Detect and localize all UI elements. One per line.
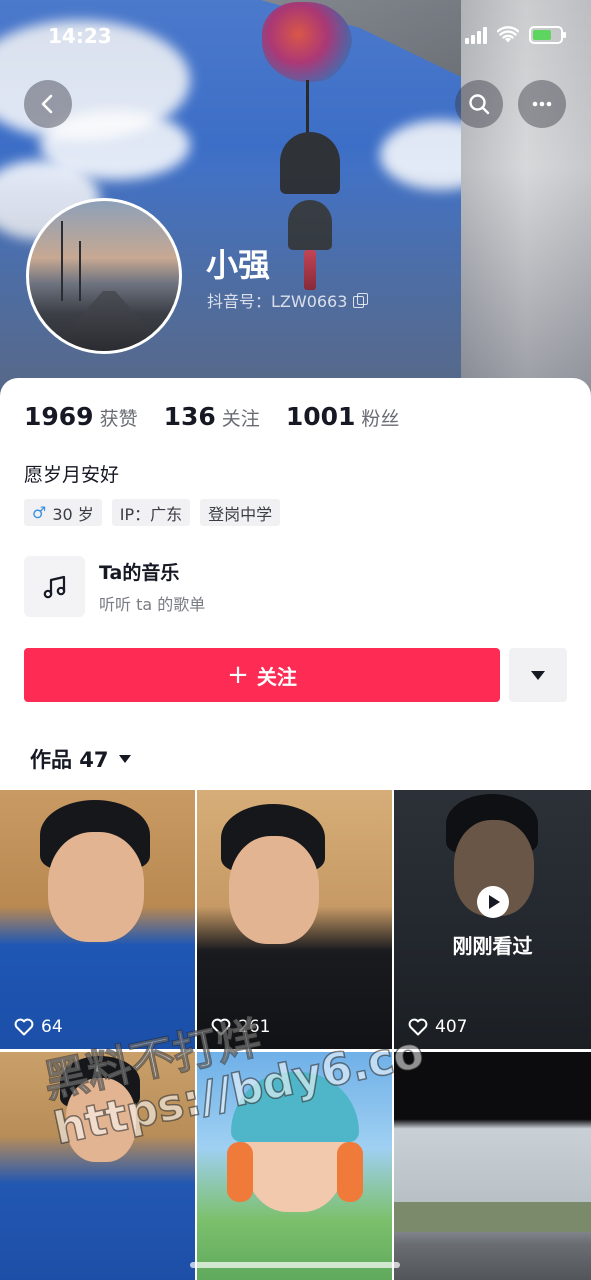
recently-viewed-text: 刚刚看过 bbox=[452, 934, 533, 958]
heart-icon bbox=[14, 1018, 34, 1036]
like-count-text: 407 bbox=[435, 1017, 468, 1037]
stat-likes: 1969 获赞 bbox=[24, 402, 138, 431]
battery-icon bbox=[529, 26, 566, 44]
recently-viewed-badge: 刚刚看过 bbox=[394, 886, 591, 959]
douyin-id[interactable]: 抖音号：LZW0663 bbox=[207, 288, 369, 312]
wifi-icon bbox=[496, 26, 520, 44]
status-time: 14:23 bbox=[48, 24, 112, 48]
stat-value: 136 bbox=[163, 402, 216, 431]
search-button[interactable] bbox=[455, 80, 503, 128]
cellular-signal-icon bbox=[465, 26, 487, 44]
profile-name: 小强 bbox=[206, 246, 271, 284]
tab-works-label: 作品 47 bbox=[30, 748, 109, 772]
play-icon bbox=[476, 886, 509, 918]
tag-age: ♂ 30 岁 bbox=[24, 499, 102, 526]
like-count: 64 bbox=[14, 1017, 63, 1037]
more-options-button[interactable] bbox=[518, 80, 566, 128]
profile-tags: ♂ 30 岁 IP：广东 登岗中学 bbox=[24, 499, 281, 526]
follow-label: 关注 bbox=[256, 664, 297, 689]
douyin-id-text: 抖音号：LZW0663 bbox=[207, 292, 348, 311]
recommend-dropdown-button[interactable] bbox=[509, 648, 567, 702]
stat-value: 1969 bbox=[24, 402, 94, 431]
stat-label: 关注 bbox=[221, 408, 260, 430]
like-count-text: 261 bbox=[238, 1017, 271, 1037]
video-tile[interactable] bbox=[0, 1052, 195, 1280]
stat-value: 1001 bbox=[285, 402, 356, 431]
video-tile[interactable] bbox=[394, 1052, 591, 1280]
heart-icon bbox=[211, 1018, 231, 1036]
stat-label: 获赞 bbox=[99, 408, 138, 430]
video-tile[interactable]: 刚刚看过 407 bbox=[394, 790, 591, 1049]
tag-ip: IP：广东 bbox=[111, 499, 191, 526]
music-note-icon bbox=[24, 556, 85, 617]
music-subtitle: 听听 ta 的歌单 bbox=[99, 595, 206, 614]
stat-followers[interactable]: 1001 粉丝 bbox=[286, 402, 400, 431]
profile-stats: 1969 获赞 136 关注 1001 粉丝 bbox=[24, 402, 399, 431]
avatar[interactable] bbox=[26, 198, 182, 354]
caret-down-icon bbox=[118, 755, 131, 763]
video-tile[interactable]: 261 bbox=[197, 790, 392, 1049]
like-count: 261 bbox=[211, 1017, 270, 1037]
video-tile[interactable] bbox=[197, 1052, 392, 1280]
music-title: Ta的音乐 bbox=[99, 562, 180, 584]
plus-icon: + bbox=[227, 660, 249, 690]
video-tile[interactable]: 64 bbox=[0, 790, 195, 1049]
stat-following[interactable]: 136 关注 bbox=[164, 402, 260, 431]
tab-works[interactable]: 作品 47 bbox=[30, 744, 131, 774]
heart-icon bbox=[408, 1018, 428, 1036]
music-entry[interactable]: Ta的音乐 听听 ta 的歌单 bbox=[24, 556, 205, 617]
follow-button[interactable]: + 关注 bbox=[24, 648, 500, 702]
video-grid: 64 261 刚刚看过 407 bbox=[0, 790, 591, 1280]
tag-school[interactable]: 登岗中学 bbox=[200, 499, 281, 526]
search-icon bbox=[469, 94, 490, 115]
tag-age-text: 30 岁 bbox=[52, 504, 94, 524]
male-icon: ♂ bbox=[32, 503, 47, 522]
profile-page: 14:23 小强 抖音号：LZW0663 1969 获赞 136 关注 1001… bbox=[0, 0, 591, 1280]
caret-down-icon bbox=[531, 670, 545, 680]
back-button[interactable] bbox=[24, 80, 72, 128]
home-indicator[interactable] bbox=[190, 1262, 400, 1268]
like-count-text: 64 bbox=[41, 1017, 63, 1037]
profile-bio: 愿岁月安好 bbox=[24, 464, 120, 486]
stat-label: 粉丝 bbox=[361, 408, 400, 430]
copy-icon[interactable] bbox=[353, 293, 369, 308]
like-count: 407 bbox=[408, 1017, 467, 1037]
ellipsis-icon bbox=[532, 101, 552, 107]
status-icons bbox=[465, 26, 566, 44]
chevron-left-icon bbox=[41, 94, 53, 114]
